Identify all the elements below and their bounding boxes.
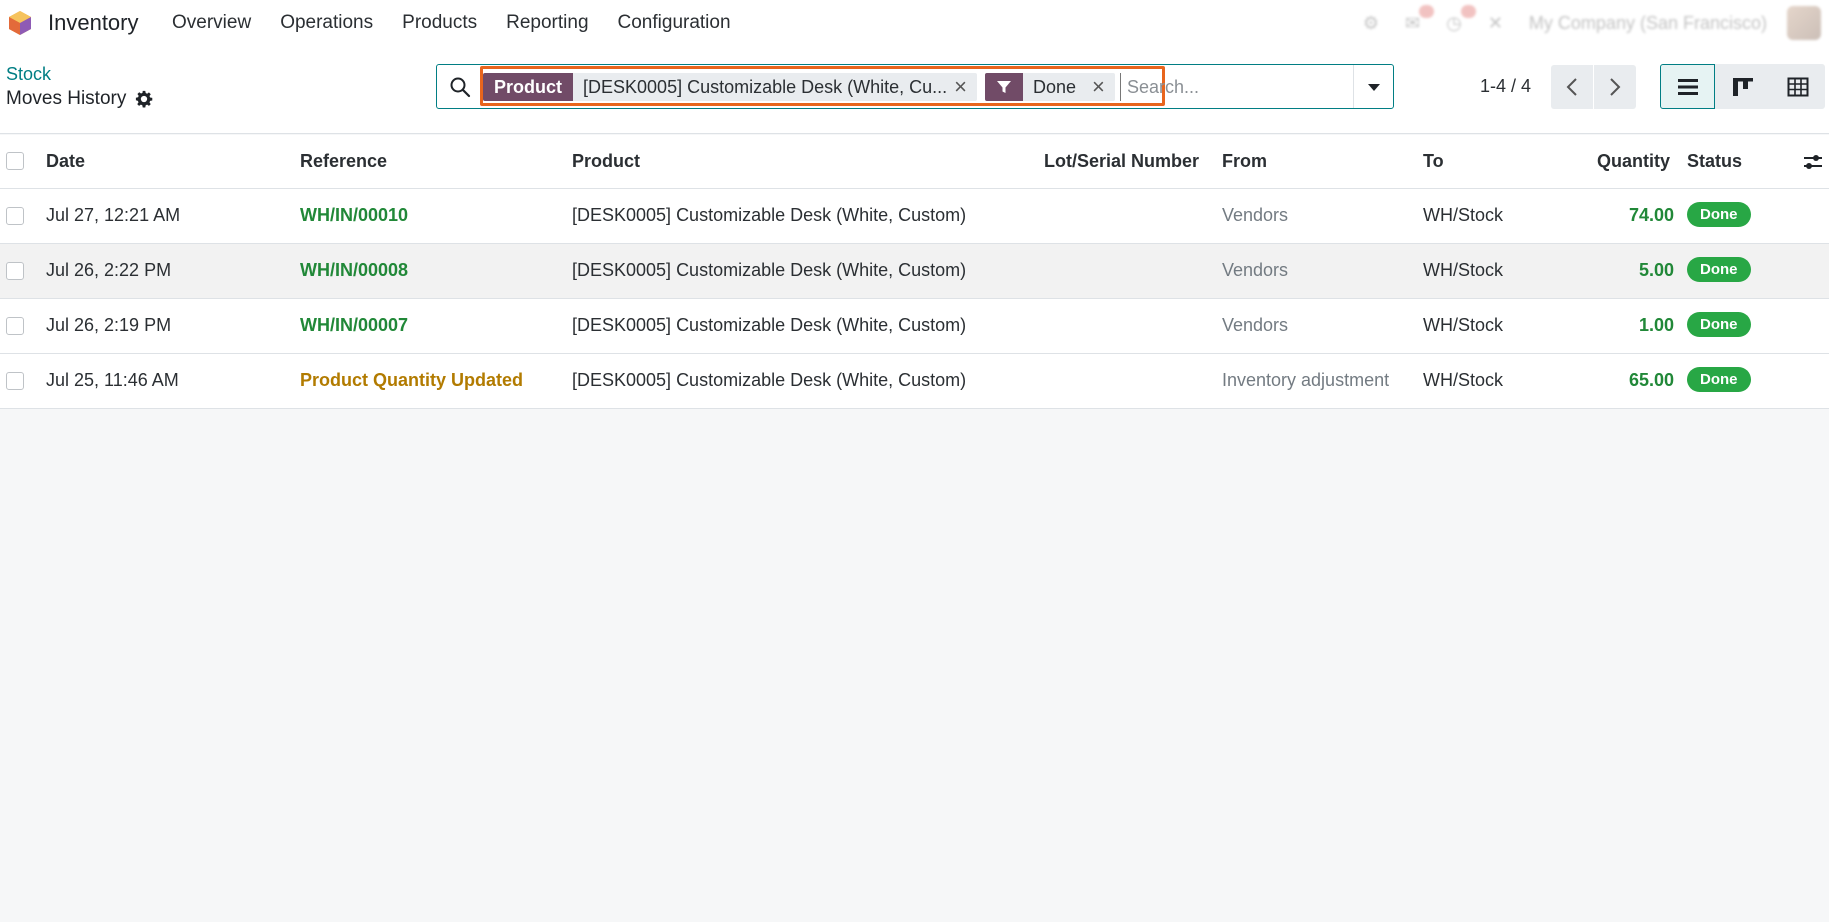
status-badge: Done — [1687, 312, 1751, 337]
user-avatar[interactable] — [1787, 6, 1821, 40]
menu-operations[interactable]: Operations — [280, 12, 373, 34]
done-facet-value: Done — [1033, 76, 1077, 97]
optional-columns-icon[interactable] — [1803, 153, 1823, 171]
column-date[interactable]: Date — [46, 151, 85, 172]
systray: ⚙ ✉ ◷ ✕ My Company (San Francisco) — [1363, 0, 1829, 46]
table-row[interactable]: Jul 25, 11:46 AM Product Quantity Update… — [0, 354, 1829, 409]
row-date: Jul 26, 2:19 PM — [46, 315, 172, 335]
row-reference[interactable]: WH/IN/00010 — [300, 205, 408, 226]
remove-product-facet-icon[interactable]: × — [948, 74, 977, 100]
table-row[interactable]: Jul 26, 2:22 PM WH/IN/00008 [DESK0005] C… — [0, 244, 1829, 299]
table-header: Date Reference Product Lot/Serial Number… — [0, 135, 1829, 189]
column-from[interactable]: From — [1222, 151, 1267, 172]
menu-reporting[interactable]: Reporting — [506, 12, 588, 34]
column-product[interactable]: Product — [572, 151, 640, 172]
list-icon — [1677, 78, 1698, 95]
product-facet: Product [DESK0005] Customizable Desk (Wh… — [483, 73, 977, 101]
app-name[interactable]: Inventory — [48, 10, 139, 36]
activity-badge — [1461, 4, 1476, 18]
chat-badge — [1419, 4, 1435, 18]
menu-overview[interactable]: Overview — [172, 12, 251, 34]
row-quantity: 74.00 — [1628, 205, 1674, 225]
done-facet: Done × — [985, 73, 1115, 101]
column-quantity[interactable]: Quantity — [1597, 151, 1670, 172]
page-title: Moves History — [6, 88, 153, 110]
search-icon[interactable] — [449, 76, 471, 98]
chat-icon[interactable]: ✉ — [1405, 4, 1435, 34]
column-reference[interactable]: Reference — [300, 151, 387, 172]
row-to: WH/Stock — [1423, 315, 1504, 335]
row-from: Inventory adjustment — [1222, 370, 1390, 390]
main-menu: Overview Operations Products Reporting C… — [172, 12, 760, 34]
menu-configuration[interactable]: Configuration — [618, 12, 731, 34]
pivot-view-button[interactable] — [1770, 64, 1825, 109]
tools-icon[interactable]: ✕ — [1488, 13, 1503, 34]
caret-down-icon — [1367, 83, 1380, 91]
status-badge: Done — [1687, 202, 1751, 227]
gear-icon[interactable] — [135, 90, 153, 108]
column-status[interactable]: Status — [1687, 151, 1742, 172]
row-reference[interactable]: Product Quantity Updated — [300, 370, 523, 391]
search-facets: Product [DESK0005] Customizable Desk (Wh… — [480, 66, 1165, 106]
status-badge: Done — [1687, 367, 1751, 392]
row-reference[interactable]: WH/IN/00008 — [300, 260, 408, 281]
row-checkbox[interactable] — [6, 262, 24, 280]
breadcrumb-stock[interactable]: Stock — [6, 64, 51, 85]
menu-products[interactable]: Products — [402, 12, 477, 34]
row-checkbox[interactable] — [6, 372, 24, 390]
row-from: Vendors — [1222, 205, 1289, 225]
pager-next-button[interactable] — [1594, 65, 1636, 109]
debug-icon[interactable]: ⚙ — [1363, 13, 1379, 34]
row-to: WH/Stock — [1423, 260, 1504, 280]
row-from: Vendors — [1222, 315, 1289, 335]
view-switcher — [1660, 64, 1825, 109]
pager-value[interactable]: 1-4 / 4 — [1480, 76, 1531, 97]
table-row[interactable]: Jul 27, 12:21 AM WH/IN/00010 [DESK0005] … — [0, 189, 1829, 244]
pager-previous-button[interactable] — [1551, 65, 1593, 109]
table-row[interactable]: Jul 26, 2:19 PM WH/IN/00007 [DESK0005] C… — [0, 299, 1829, 354]
remove-done-facet-icon[interactable]: × — [1086, 74, 1115, 100]
row-reference[interactable]: WH/IN/00007 — [300, 315, 408, 336]
search-options-toggle[interactable] — [1353, 65, 1393, 108]
row-product: [DESK0005] Customizable Desk (White, Cus… — [572, 260, 967, 280]
filter-icon — [985, 73, 1023, 101]
chevron-left-icon — [1566, 78, 1577, 96]
list-view-button[interactable] — [1660, 64, 1715, 109]
row-product: [DESK0005] Customizable Desk (White, Cus… — [572, 205, 967, 225]
company-switcher[interactable]: My Company (San Francisco) — [1529, 13, 1767, 34]
kanban-icon — [1732, 77, 1753, 96]
chevron-right-icon — [1610, 78, 1621, 96]
search-bar: Product [DESK0005] Customizable Desk (Wh… — [436, 64, 1394, 109]
column-to[interactable]: To — [1423, 151, 1444, 172]
status-badge: Done — [1687, 257, 1751, 282]
row-checkbox[interactable] — [6, 207, 24, 225]
row-to: WH/Stock — [1423, 205, 1504, 225]
top-navbar: Inventory Overview Operations Products R… — [0, 0, 1829, 46]
row-quantity: 65.00 — [1628, 370, 1674, 390]
row-checkbox[interactable] — [6, 317, 24, 335]
row-quantity: 5.00 — [1638, 260, 1674, 280]
row-date: Jul 26, 2:22 PM — [46, 260, 172, 280]
select-all-checkbox[interactable] — [6, 152, 24, 170]
row-date: Jul 25, 11:46 AM — [46, 370, 179, 390]
row-quantity: 1.00 — [1638, 315, 1674, 335]
row-product: [DESK0005] Customizable Desk (White, Cus… — [572, 315, 967, 335]
row-date: Jul 27, 12:21 AM — [46, 205, 181, 225]
control-panel: Stock Moves History Product [DESK0005] C… — [0, 46, 1829, 134]
row-product: [DESK0005] Customizable Desk (White, Cus… — [572, 370, 967, 390]
product-facet-value: [DESK0005] Customizable Desk (White, Cu.… — [583, 76, 948, 97]
search-input[interactable] — [1120, 73, 1350, 101]
activity-icon[interactable]: ◷ — [1446, 4, 1476, 34]
row-from: Vendors — [1222, 260, 1289, 280]
inventory-app-icon[interactable] — [6, 9, 34, 37]
moves-table: Date Reference Product Lot/Serial Number… — [0, 135, 1829, 409]
kanban-view-button[interactable] — [1715, 64, 1770, 109]
page-title-text: Moves History — [6, 88, 127, 109]
table-icon — [1787, 77, 1808, 96]
row-to: WH/Stock — [1423, 370, 1504, 390]
product-facet-label: Product — [483, 73, 574, 101]
column-lot-serial[interactable]: Lot/Serial Number — [1044, 151, 1199, 172]
